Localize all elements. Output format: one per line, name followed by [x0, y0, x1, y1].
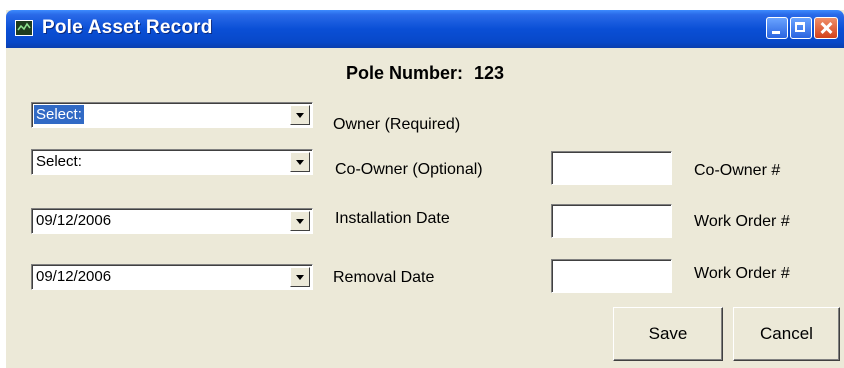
owner-label: Owner (Required)	[333, 116, 461, 133]
installation-date-select[interactable]: 09/12/2006	[31, 208, 313, 234]
owner-select-value: Select:	[34, 105, 84, 124]
title-bar[interactable]: Pole Asset Record	[6, 10, 844, 48]
pole-number-header: Pole Number: 123	[6, 63, 844, 84]
pole-asset-window: Pole Asset Record Pole Number: 123 Selec…	[6, 10, 844, 368]
installation-date-value: 09/12/2006	[36, 212, 112, 229]
installation-work-order-label: Work Order #	[694, 213, 790, 230]
owner-select[interactable]: Select:	[31, 102, 313, 128]
chevron-down-icon[interactable]	[290, 267, 310, 287]
installation-work-order-input[interactable]	[551, 204, 672, 238]
chevron-down-icon[interactable]	[290, 152, 310, 172]
co-owner-number-input[interactable]	[551, 151, 672, 185]
removal-date-label: Removal Date	[333, 269, 435, 286]
co-owner-select[interactable]: Select:	[31, 149, 313, 175]
window-title: Pole Asset Record	[42, 17, 213, 38]
maximize-icon[interactable]	[790, 17, 812, 39]
installation-date-label: Installation Date	[335, 210, 450, 227]
co-owner-select-value: Select:	[36, 153, 82, 170]
co-owner-number-label: Co-Owner #	[694, 162, 781, 179]
removal-date-select[interactable]: 09/12/2006	[31, 264, 313, 290]
co-owner-label: Co-Owner (Optional)	[335, 161, 483, 178]
pole-number-label: Pole Number:	[345, 63, 463, 83]
close-icon[interactable]	[814, 17, 838, 39]
chevron-down-icon[interactable]	[290, 105, 310, 125]
minimize-icon[interactable]	[766, 17, 788, 39]
removal-work-order-input[interactable]	[551, 259, 672, 293]
removal-work-order-label: Work Order #	[694, 265, 790, 282]
app-chart-icon	[15, 20, 33, 36]
save-button[interactable]: Save	[613, 307, 723, 361]
cancel-button[interactable]: Cancel	[733, 307, 840, 361]
pole-number-value: 123	[474, 63, 505, 83]
chevron-down-icon[interactable]	[290, 211, 310, 231]
removal-date-value: 09/12/2006	[36, 268, 112, 285]
